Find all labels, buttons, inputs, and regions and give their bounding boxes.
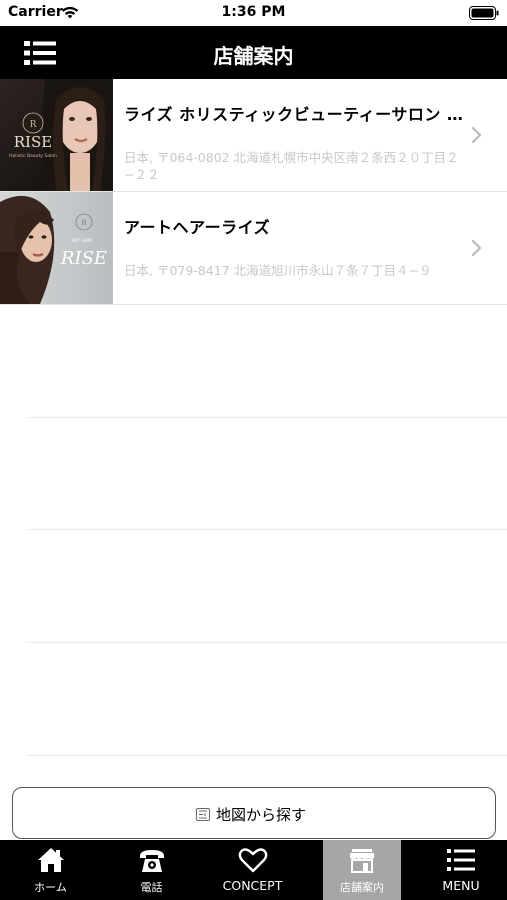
store-address: 日本, 〒064-0802 北海道札幌市中央区南２条西２０丁目２−２２ — [124, 150, 459, 182]
store-icon — [350, 849, 374, 873]
tab-label: 電話 — [140, 881, 163, 894]
tab-store-guide[interactable]: 店舗案内 — [323, 840, 401, 900]
map-icon — [196, 808, 210, 821]
store-name: アートヘアーライズ — [124, 218, 271, 237]
store-logo-subtext: ART HAIR — [72, 238, 93, 244]
store-row[interactable]: R RISE Holistic Beauty Salon ライズ ホリスティック… — [0, 79, 507, 192]
tab-label: 店舗案内 — [340, 881, 384, 894]
tab-label: MENU — [442, 878, 480, 893]
store-thumbnail: R RISE Holistic Beauty Salon — [0, 79, 113, 191]
map-search-button[interactable]: 地図から探す — [12, 787, 496, 839]
store-logo-subtext: Holistic Beauty Salon — [9, 153, 57, 159]
status-bar: Carrier 1:36 PM — [0, 0, 507, 26]
empty-row-separator — [26, 417, 507, 418]
tab-concept[interactable]: CONCEPT — [202, 840, 303, 900]
navigation-bar: 店舗案内 — [0, 26, 507, 79]
tab-home[interactable]: ホーム — [0, 840, 101, 900]
empty-row-separator — [26, 755, 507, 756]
tab-label: ホーム — [34, 881, 67, 894]
chevron-right-icon — [471, 239, 482, 257]
store-list: R RISE Holistic Beauty Salon ライズ ホリスティック… — [0, 79, 507, 305]
svg-text:R: R — [30, 120, 37, 130]
store-thumbnail: R ART HAIR RISE — [0, 192, 113, 304]
store-row[interactable]: R ART HAIR RISE アートヘアーライズ 日本, 〒079-8417 … — [0, 192, 507, 305]
home-icon — [37, 848, 64, 872]
clock: 1:36 PM — [221, 4, 286, 20]
svg-text:R: R — [81, 219, 87, 227]
battery-icon — [469, 6, 499, 20]
tab-label: CONCEPT — [222, 878, 283, 893]
chevron-right-icon — [471, 126, 482, 144]
store-logo-text: RISE — [14, 133, 52, 151]
phone-icon — [139, 850, 164, 872]
empty-row-separator — [26, 529, 507, 530]
tab-phone[interactable]: 電話 — [101, 840, 202, 900]
map-search-label: 地図から探す — [216, 806, 307, 824]
store-address: 日本, 〒079-8417 北海道旭川市永山７条７丁目４−９ — [124, 263, 432, 278]
store-logo-text: RISE — [60, 248, 107, 269]
tab-menu[interactable]: MENU — [415, 840, 507, 900]
list-icon — [447, 849, 475, 871]
page-title: 店舗案内 — [213, 44, 294, 68]
store-name: ライズ ホリスティックビューティーサロン 札… — [124, 105, 469, 124]
tab-bar: ホーム 電話 CONCEPT 店舗案内 MENU — [0, 840, 507, 900]
heart-icon — [238, 848, 267, 873]
empty-row-separator — [26, 642, 507, 643]
